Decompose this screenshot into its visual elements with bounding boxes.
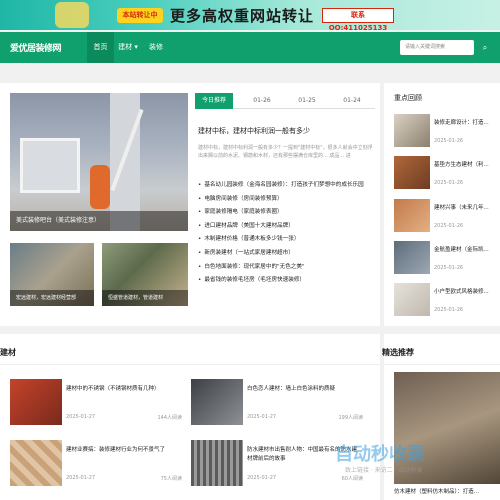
sidebar-item-date: 2025-01-26 bbox=[434, 180, 464, 186]
jingxuan-caption[interactable]: 仿木建材（塑料仿木制品）：打造... bbox=[394, 487, 479, 495]
tab-0126[interactable]: 01-26 bbox=[243, 93, 281, 109]
sidebar-thumb bbox=[394, 283, 430, 316]
main-nav: 爱优居装修网 首页 建材 ▾ 装修 请输入关键词搜索 ⌕ bbox=[0, 32, 500, 63]
sidebar-thumb bbox=[394, 156, 430, 189]
article-thumb bbox=[191, 379, 243, 425]
article-title[interactable]: 建材业赛搞：装修建材行业为何不景气了 bbox=[66, 446, 181, 455]
window-shape bbox=[20, 138, 80, 193]
sidebar-item-title[interactable]: 装修走廊设计：打造... bbox=[434, 118, 489, 126]
list-item[interactable]: 进口建材品牌（美国十大建材品牌） bbox=[198, 221, 376, 235]
list-item[interactable]: 白色地面装修：现代家居中的"无色之美" bbox=[198, 262, 376, 276]
nav-zhuangxiu[interactable]: 装修 bbox=[142, 32, 170, 63]
list-item[interactable]: 基名幼儿园装修（金海名园装修）：打造孩子们梦想中的成长乐园 bbox=[198, 180, 376, 194]
sale-badge: 本站转让中 bbox=[117, 8, 163, 23]
article-title[interactable]: 白色恋人建材：墙上白色涂料的质疑 bbox=[247, 385, 362, 394]
thumb-caption-1[interactable]: 宏远建材，宏远建材经营部 bbox=[10, 290, 94, 306]
sidebar-item[interactable]: 基垫方生态建材（利... 2025-01-26 bbox=[394, 156, 500, 192]
date-tabs: 今日推荐 01-26 01-25 01-24 bbox=[195, 93, 375, 109]
article-card[interactable]: 建材中的不锈钢（不锈钢材质有几种） 2025-01-27 144人阅读 bbox=[10, 379, 182, 427]
list-item[interactable]: 最省钱的装修毛坯房（毛坯房快速装修） bbox=[198, 275, 376, 289]
banner-slogan: 更多高权重网站转让 bbox=[170, 7, 315, 25]
section-title-jiancai[interactable]: 建材 bbox=[0, 347, 16, 358]
sidebar-item-date: 2025-01-26 bbox=[434, 223, 464, 229]
article-card[interactable]: 白色恋人建材：墙上白色涂料的质疑 2025-01-27 199人阅读 bbox=[191, 379, 363, 427]
article-reads: 60人阅读 bbox=[341, 476, 363, 482]
sidebar-title: 重点回顾 bbox=[394, 94, 422, 102]
list-item[interactable]: 新房装建材（一站式家居建材超市） bbox=[198, 248, 376, 262]
tab-0124[interactable]: 01-24 bbox=[333, 93, 371, 109]
sidebar-item[interactable]: 装修走廊设计：打造... 2025-01-26 bbox=[394, 114, 500, 150]
featured-desc: 建材中标，建材中标利润一般有多少？一提到"建材中标"，很多人就会中立刻浮出来搁以… bbox=[198, 145, 373, 159]
contact-qq[interactable]: 联系QQ:411025133 bbox=[322, 8, 394, 30]
sidebar-item[interactable]: 建材兴事（未来几年... 2025-01-26 bbox=[394, 199, 500, 235]
list-item[interactable]: 木制建材价格（普通木板多少钱一张） bbox=[198, 234, 376, 248]
thumb-caption-2[interactable]: 恒盛管道建材，管道建材 bbox=[102, 290, 188, 306]
list-item[interactable]: 电脑房间装修（房间装修预算） bbox=[198, 194, 376, 208]
sidebar-review: 重点回顾 装修走廊设计：打造... 2025-01-26 基垫方生态建材（利..… bbox=[384, 83, 500, 326]
site-logo[interactable]: 爱优居装修网 bbox=[10, 41, 62, 54]
sidebar-item-date: 2025-01-26 bbox=[434, 138, 464, 144]
watermark-sub: 致上链接 · 来访二 · 自动收录 bbox=[345, 467, 423, 474]
article-date: 2025-01-27 bbox=[247, 414, 277, 420]
worker-shape bbox=[90, 165, 110, 209]
article-list: 基名幼儿园装修（金海名园装修）：打造孩子们梦想中的成长乐园 电脑房间装修（房间装… bbox=[198, 180, 376, 289]
article-card[interactable]: 建材业赛搞：装修建材行业为何不景气了 2025-01-27 75人阅读 bbox=[10, 440, 182, 488]
sidebar-thumb bbox=[394, 114, 430, 147]
sidebar-item[interactable]: 金航盈建材（金际凯... 2025-01-26 bbox=[394, 241, 500, 277]
article-reads: 199人阅读 bbox=[338, 415, 363, 421]
article-thumb bbox=[191, 440, 243, 486]
sidebar-item-date: 2025-01-26 bbox=[434, 265, 464, 271]
article-thumb bbox=[10, 379, 62, 425]
sidebar-item-date: 2025-01-26 bbox=[434, 307, 464, 313]
divider bbox=[384, 364, 500, 365]
sidebar-thumb bbox=[394, 241, 430, 274]
hero-caption[interactable]: 美式装修吧台（美式装修注意） bbox=[10, 211, 188, 231]
sidebar-item-title[interactable]: 基垫方生态建材（利... bbox=[434, 160, 489, 168]
article-date: 2025-01-27 bbox=[247, 475, 277, 481]
trophy-icon bbox=[55, 2, 89, 28]
featured-title[interactable]: 建材中标，建材中标利润一般有多少 bbox=[198, 126, 310, 136]
hero-image[interactable]: 美式装修吧台（美式装修注意） bbox=[10, 93, 188, 231]
thumb-card-2[interactable]: 恒盛管道建材，管道建材 bbox=[102, 243, 188, 306]
article-title[interactable]: 建材中的不锈钢（不锈钢材质有几种） bbox=[66, 385, 181, 394]
article-reads: 144人阅读 bbox=[157, 415, 182, 421]
divider bbox=[0, 364, 380, 365]
article-reads: 75人阅读 bbox=[160, 476, 182, 482]
article-date: 2025-01-27 bbox=[66, 414, 96, 420]
sidebar-item[interactable]: 小户型欧式风格装修... 2025-01-26 bbox=[394, 283, 500, 319]
top-banner-ad[interactable]: 本站转让中 更多高权重网站转让 联系QQ:411025133 bbox=[0, 0, 500, 30]
thumb-card-1[interactable]: 宏远建材，宏远建材经营部 bbox=[10, 243, 94, 306]
article-thumb bbox=[10, 440, 62, 486]
watermark-text: 自动秒收录 bbox=[335, 444, 425, 465]
section-title-jingxuan[interactable]: 精选推荐 bbox=[382, 347, 414, 358]
sidebar-item-title[interactable]: 金航盈建材（金际凯... bbox=[434, 245, 489, 253]
search-input[interactable]: 请输入关键词搜索 bbox=[400, 40, 474, 55]
tab-today[interactable]: 今日推荐 bbox=[195, 93, 233, 109]
article-date: 2025-01-27 bbox=[66, 475, 96, 481]
list-item[interactable]: 家庭装修隔电（家庭装修表圈） bbox=[198, 207, 376, 221]
sidebar-thumb bbox=[394, 199, 430, 232]
tab-0125[interactable]: 01-25 bbox=[288, 93, 326, 109]
sidebar-item-title[interactable]: 建材兴事（未来几年... bbox=[434, 203, 489, 211]
search-icon[interactable]: ⌕ bbox=[477, 40, 493, 55]
sidebar-item-title[interactable]: 小户型欧式风格装修... bbox=[434, 287, 489, 295]
nav-jiancai[interactable]: 建材 ▾ bbox=[114, 32, 142, 63]
nav-home[interactable]: 首页 bbox=[87, 32, 114, 63]
